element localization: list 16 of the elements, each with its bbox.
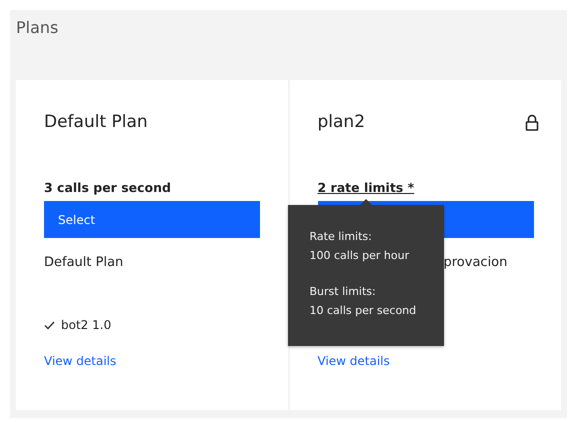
tooltip-text: Burst limits: [310,284,377,300]
api-name: bot2 1.0 [61,318,112,332]
rate-limits-link[interactable]: 2 rate limits * [318,180,414,195]
tooltip-text: 100 calls per hour [310,248,410,264]
plan-description: Default Plan [44,255,124,270]
page-title: Plans [16,18,60,39]
select-button[interactable]: Select [44,201,260,238]
check-icon [44,320,55,330]
rate-limits: 3 calls per second [44,180,171,195]
plan-name: plan2 [318,112,366,132]
tooltip-text: Rate limits: [310,229,373,245]
plan-name: Default Plan [44,112,148,132]
tooltip-text: 10 calls per second [310,303,418,319]
view-details-link[interactable]: View details [44,354,116,368]
plan-description: provacion [444,255,508,270]
view-details-link[interactable]: View details [318,354,390,368]
